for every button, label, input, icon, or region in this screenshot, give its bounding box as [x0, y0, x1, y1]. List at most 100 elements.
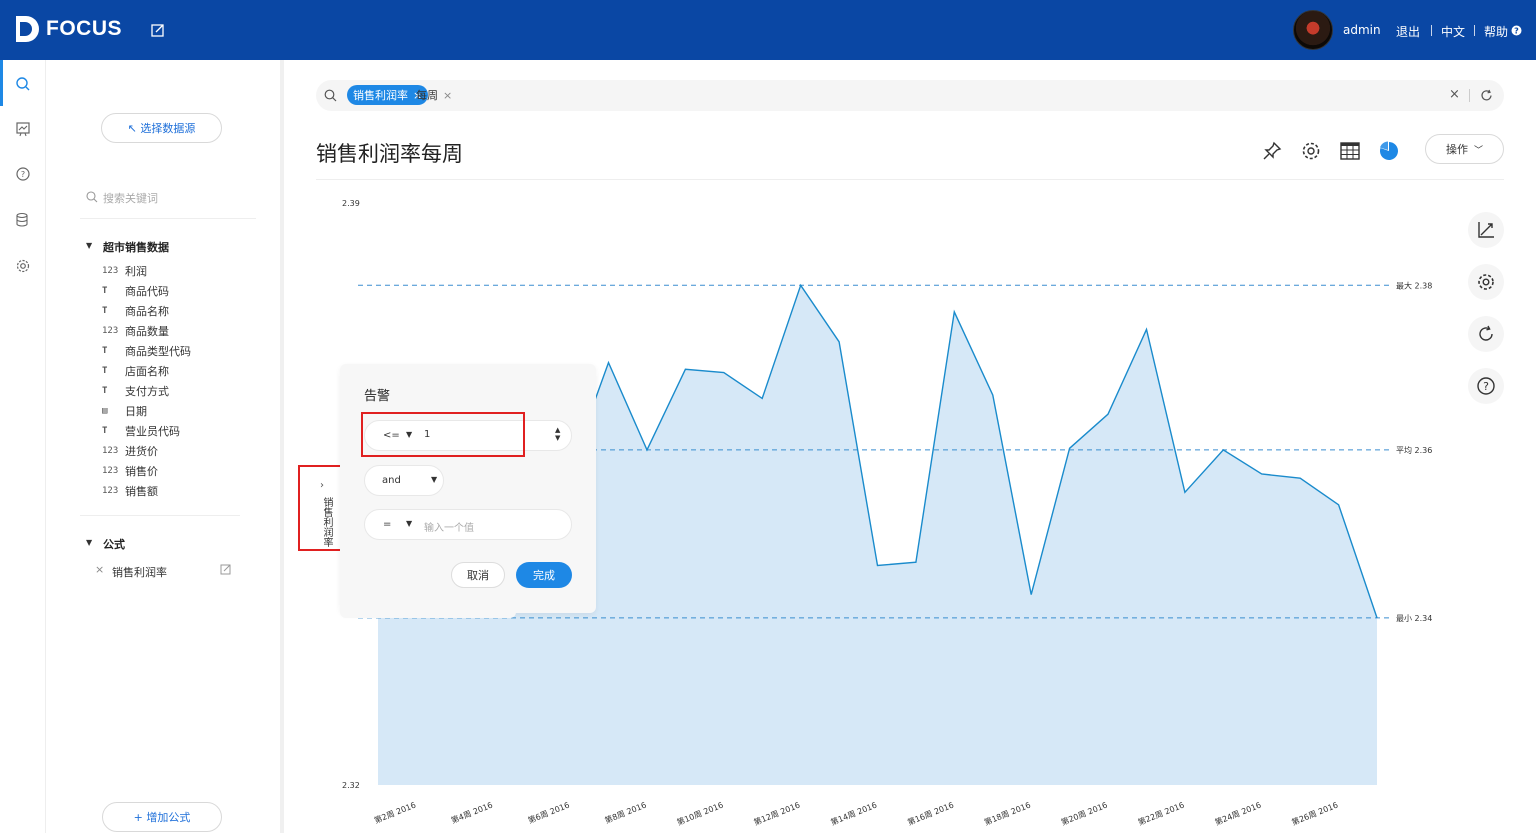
clear-icon[interactable]: × — [1449, 87, 1460, 102]
refresh-icon[interactable] — [1480, 89, 1493, 102]
field-label: 商品代码 — [125, 285, 169, 298]
x-tick-label: 第2周 2016 — [373, 800, 418, 826]
query-bar[interactable]: 销售利润率 × 每周 × × — [316, 80, 1504, 111]
pin-icon[interactable] — [1261, 140, 1283, 162]
operations-dropdown[interactable]: 操作 ﹀ — [1425, 134, 1504, 164]
settings-icon[interactable] — [1300, 140, 1322, 162]
language-link[interactable]: 中文 — [1441, 23, 1465, 40]
divider — [80, 218, 256, 219]
logout-link[interactable]: 退出 — [1396, 23, 1420, 40]
field-item[interactable]: 123 销售价 — [102, 463, 158, 479]
chip-close-icon[interactable]: × — [443, 89, 452, 102]
help-icon[interactable]: ? — [1511, 25, 1522, 36]
search-icon — [324, 89, 337, 102]
settings-icon[interactable] — [15, 258, 31, 274]
logic-select[interactable]: and ▼ — [364, 465, 444, 496]
x-tick-label: 第24周 2016 — [1213, 800, 1262, 828]
text-type-icon: T — [102, 346, 108, 356]
alert-condition-2[interactable]: = ▼ 输入一个值 — [364, 509, 572, 540]
edit-icon[interactable] — [150, 22, 166, 38]
svg-text:?: ? — [1514, 27, 1519, 36]
logo-icon — [16, 16, 39, 42]
formula-group-title[interactable]: 公式 — [103, 536, 125, 552]
axis-icon — [1478, 222, 1494, 238]
done-button[interactable]: 完成 — [516, 562, 572, 588]
table-icon[interactable] — [1339, 140, 1361, 162]
text-type-icon: T — [102, 286, 108, 296]
text-type-icon: T — [102, 306, 108, 316]
cancel-button[interactable]: 取消 — [451, 562, 505, 588]
field-item[interactable]: 123 销售额 — [102, 483, 158, 499]
chart-settings-button[interactable] — [1468, 264, 1504, 300]
datasource-group-title[interactable]: 超市销售数据 — [103, 239, 169, 255]
field-item[interactable]: T 商品名称 — [102, 303, 169, 319]
keyword-search-placeholder: 搜索关键词 — [103, 192, 158, 205]
edit-icon[interactable] — [220, 563, 232, 575]
select-datasource-button[interactable]: ↖ 选择数据源 — [101, 113, 222, 143]
numeric-type-icon: 123 — [102, 486, 119, 496]
numeric-type-icon: 123 — [102, 466, 119, 476]
stepper-icon[interactable]: ▲ ▼ — [555, 426, 560, 442]
database-icon[interactable] — [15, 212, 31, 228]
field-label: 营业员代码 — [125, 425, 180, 438]
search-icon[interactable] — [15, 76, 31, 92]
caret-down-icon[interactable]: ▼ — [86, 538, 92, 547]
field-item[interactable]: 123 进货价 — [102, 443, 158, 459]
rail-active-indicator — [0, 60, 3, 106]
field-item[interactable]: T 商品类型代码 — [102, 343, 191, 359]
user-name[interactable]: admin — [1343, 23, 1381, 37]
caret-down-icon[interactable]: ▼ — [86, 241, 92, 250]
field-label: 商品数量 — [125, 325, 169, 338]
reference-label: 最小 2.34 — [1396, 614, 1432, 623]
field-item[interactable]: T 营业员代码 — [102, 423, 180, 439]
help-button[interactable]: ? — [1468, 368, 1504, 404]
field-item[interactable]: 123 商品数量 — [102, 323, 169, 339]
pie-chart-icon[interactable] — [1378, 140, 1400, 162]
settings-icon — [1478, 274, 1494, 290]
field-label: 利润 — [125, 265, 147, 278]
caret-down-icon[interactable]: ▼ — [406, 519, 412, 528]
x-tick-label: 第6周 2016 — [526, 800, 571, 826]
operator-select[interactable]: = — [383, 519, 391, 530]
remove-formula-icon[interactable]: × — [95, 563, 104, 576]
dashboard-icon[interactable] — [15, 121, 31, 137]
highlight-box — [361, 412, 525, 457]
field-item[interactable]: T 店面名称 — [102, 363, 169, 379]
logo[interactable]: FOCUS — [14, 14, 122, 44]
field-label: 销售价 — [125, 465, 158, 478]
field-item[interactable]: 123 利润 — [102, 263, 147, 279]
value-input-placeholder[interactable]: 输入一个值 — [424, 519, 474, 534]
axis-tool-button[interactable] — [1468, 212, 1504, 248]
caret-down-icon: ▼ — [431, 475, 438, 484]
alert-collapse-label: 销售利润率 — [321, 497, 332, 547]
x-tick-label: 第10周 2016 — [675, 800, 724, 828]
field-item[interactable]: T 支付方式 — [102, 383, 169, 399]
y-axis-max-label: 2.39 — [342, 199, 360, 208]
formula-item[interactable]: 销售利润率 — [112, 564, 167, 580]
x-tick-label: 第20周 2016 — [1060, 800, 1109, 828]
x-tick-label: 第8周 2016 — [603, 800, 648, 826]
x-tick-label: 第16周 2016 — [906, 800, 955, 828]
search-icon — [86, 191, 98, 203]
help-link[interactable]: 帮助 — [1484, 23, 1508, 40]
refresh-button[interactable] — [1468, 316, 1504, 352]
field-label: 商品类型代码 — [125, 345, 191, 358]
field-item[interactable]: ▤ 日期 — [102, 403, 147, 419]
separator — [1474, 25, 1475, 36]
add-formula-button[interactable]: + 增加公式 — [102, 802, 222, 832]
field-item[interactable]: T 商品代码 — [102, 283, 169, 299]
keyword-search[interactable]: 搜索关键词 — [86, 188, 256, 208]
alert-title: 告警 — [364, 389, 391, 404]
divider — [80, 515, 240, 516]
numeric-type-icon: 123 — [102, 266, 119, 276]
avatar[interactable] — [1293, 10, 1333, 50]
logo-text: FOCUS — [46, 17, 122, 40]
panel-gutter — [280, 60, 284, 833]
chip-label: 每周 — [416, 89, 438, 102]
chevron-right-icon[interactable]: › — [320, 480, 324, 491]
svg-text:?: ? — [1483, 380, 1489, 393]
query-chip-period[interactable]: 每周 × — [410, 85, 458, 105]
alert-popup-tail — [340, 600, 516, 618]
question-icon[interactable]: ? — [15, 166, 31, 182]
svg-text:?: ? — [21, 170, 25, 179]
